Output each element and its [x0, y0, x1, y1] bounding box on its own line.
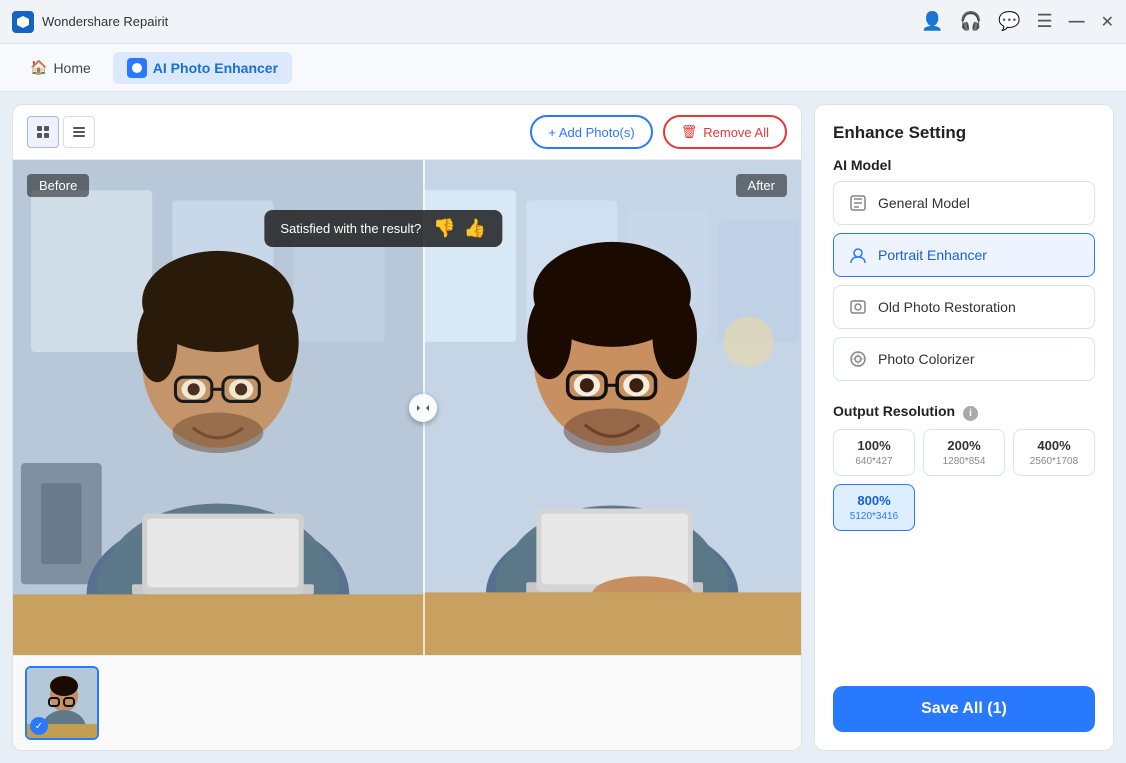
tab-icon: [127, 58, 147, 78]
split-handle[interactable]: [409, 394, 437, 422]
toolbar: + Add Photo(s) 🗑 Remove All: [13, 105, 801, 160]
model-portrait[interactable]: Portrait Enhancer: [833, 233, 1095, 277]
thumbdown-icon[interactable]: 👎: [433, 218, 455, 239]
home-label: Home: [53, 60, 90, 76]
ai-model-label: AI Model: [833, 157, 1095, 173]
home-icon: 🏠: [30, 59, 47, 76]
model-general-icon: [848, 193, 868, 213]
output-resolution-label: Output Resolution i: [833, 403, 1095, 421]
right-panel: Enhance Setting AI Model General Model: [814, 104, 1114, 751]
settings-title: Enhance Setting: [833, 123, 1095, 143]
app-title: Wondershare Repairit: [42, 14, 168, 29]
toolbar-actions: + Add Photo(s) 🗑 Remove All: [530, 115, 787, 149]
minimize-button[interactable]: —: [1069, 13, 1085, 31]
close-button[interactable]: ✕: [1101, 12, 1114, 32]
model-portrait-label: Portrait Enhancer: [878, 247, 987, 263]
user-icon[interactable]: 👤: [921, 11, 943, 32]
before-label: Before: [27, 174, 89, 197]
model-oldphoto-icon: [848, 297, 868, 317]
chat-icon[interactable]: 💬: [998, 11, 1020, 32]
thumbnail-item[interactable]: ✓: [25, 666, 99, 740]
satisfied-text: Satisfied with the result?: [280, 221, 421, 236]
app-icon: [12, 11, 34, 33]
grid-view-button[interactable]: [27, 116, 59, 148]
resolution-grid: 100% 640*427 200% 1280*854 400% 2560*170…: [833, 429, 1095, 531]
resolution-400[interactable]: 400% 2560*1708: [1013, 429, 1095, 476]
model-general-label: General Model: [878, 195, 970, 211]
headset-icon[interactable]: 🎧: [960, 11, 982, 32]
title-bar-left: Wondershare Repairit: [12, 11, 168, 33]
preview-area: Before After Satisfied with the result? …: [13, 160, 801, 655]
title-bar: Wondershare Repairit 👤 🎧 💬 ☰ — ✕: [0, 0, 1126, 44]
menu-icon[interactable]: ☰: [1036, 11, 1052, 32]
rating-icons: 👎 👍: [433, 218, 486, 239]
add-photos-button[interactable]: + Add Photo(s): [530, 115, 652, 149]
satisfied-tooltip: Satisfied with the result? 👎 👍: [264, 210, 502, 247]
tab-label: AI Photo Enhancer: [153, 60, 278, 76]
model-oldphoto[interactable]: Old Photo Restoration: [833, 285, 1095, 329]
remove-all-button[interactable]: 🗑 Remove All: [663, 115, 787, 149]
resolution-100[interactable]: 100% 640*427: [833, 429, 915, 476]
thumbnails-row: ✓: [13, 655, 801, 750]
model-oldphoto-label: Old Photo Restoration: [878, 299, 1016, 315]
before-after-view: Before After Satisfied with the result? …: [13, 160, 801, 655]
info-icon[interactable]: i: [963, 406, 978, 421]
trash-icon: 🗑: [681, 124, 698, 140]
model-colorizer-icon: [848, 349, 868, 369]
view-toggle: [27, 116, 95, 148]
output-resolution-section: Output Resolution i 100% 640*427 200% 12…: [833, 403, 1095, 531]
list-view-button[interactable]: [63, 116, 95, 148]
ai-model-section: AI Model General Model Portra: [833, 157, 1095, 389]
left-panel: + Add Photo(s) 🗑 Remove All: [12, 104, 802, 751]
nav-bar: 🏠 Home AI Photo Enhancer: [0, 44, 1126, 92]
home-button[interactable]: 🏠 Home: [16, 53, 105, 82]
resolution-200[interactable]: 200% 1280*854: [923, 429, 1005, 476]
resolution-800[interactable]: 800% 5120*3416: [833, 484, 915, 531]
tab-ai-photo-enhancer[interactable]: AI Photo Enhancer: [113, 52, 292, 84]
model-general[interactable]: General Model: [833, 181, 1095, 225]
window-controls: 👤 🎧 💬 ☰ — ✕: [921, 11, 1114, 32]
model-portrait-icon: [848, 245, 868, 265]
save-all-button[interactable]: Save All (1): [833, 686, 1095, 732]
model-colorizer-label: Photo Colorizer: [878, 351, 975, 367]
after-label: After: [736, 174, 787, 197]
model-colorizer[interactable]: Photo Colorizer: [833, 337, 1095, 381]
thumbup-icon[interactable]: 👍: [464, 218, 486, 239]
thumbnail-check: ✓: [30, 717, 48, 735]
main-content: + Add Photo(s) 🗑 Remove All: [0, 92, 1126, 763]
